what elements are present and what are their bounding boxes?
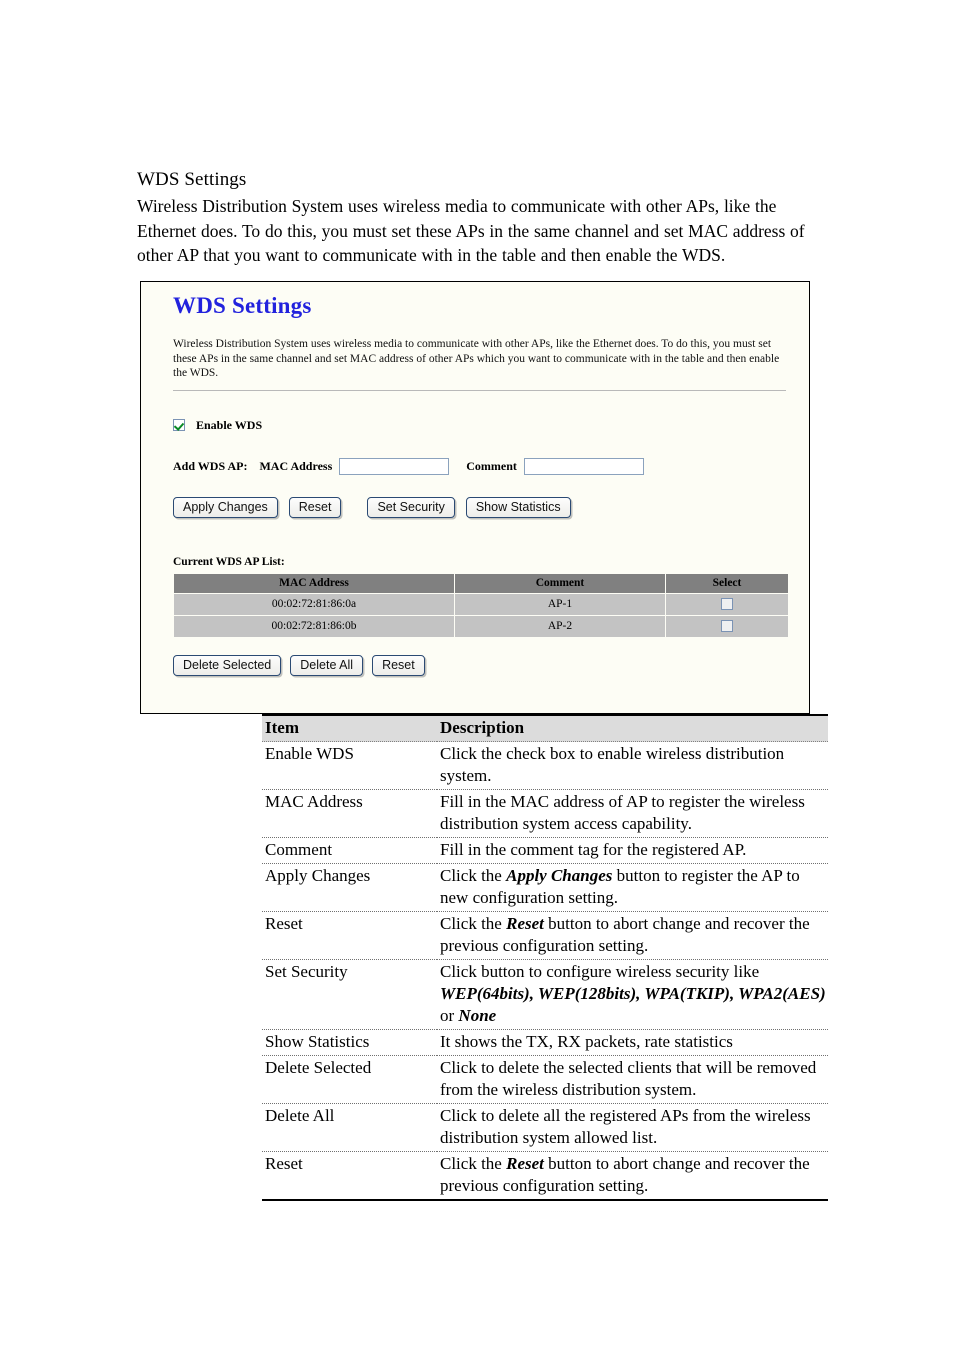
desc-table-row: Show Statistics It shows the TX, RX packe… [262, 1029, 828, 1056]
mac-address-label: MAC Address [259, 458, 333, 473]
table-row: 00:02:72:81:86:0b AP-2 [173, 614, 789, 638]
desc-table-row: Apply Changes Click the Apply Changes but… [262, 863, 828, 912]
desc-table-body: Enable WDS Click the check box to enable … [262, 741, 828, 1201]
document-intro-section: WDS Settings Wireless Distribution Syste… [137, 168, 819, 268]
desc-cell-item: Apply Changes [262, 863, 437, 912]
desc-cell-description: Click the Apply Changes button to regist… [437, 863, 828, 912]
set-security-button[interactable]: Set Security [367, 496, 455, 518]
desc-cell-item: Delete All [262, 1103, 437, 1152]
column-header-comment: Comment [454, 572, 666, 594]
desc-table-row: Delete Selected Click to delete the selec… [262, 1055, 828, 1104]
desc-cell-item: MAC Address [262, 789, 437, 838]
desc-table-row: Set Security Click button to configure wi… [262, 959, 828, 1030]
panel-divider [173, 389, 786, 391]
cell-select [665, 592, 789, 616]
desc-cell-description: Fill in the comment tag for the register… [437, 837, 828, 864]
enable-wds-checkbox[interactable] [173, 419, 185, 432]
desc-cell-item: Delete Selected [262, 1055, 437, 1104]
desc-cell-item: Set Security [262, 959, 437, 1030]
column-header-select: Select [665, 572, 789, 594]
desc-table-row: Enable WDS Click the check box to enable … [262, 741, 828, 790]
desc-cell-item: Comment [262, 837, 437, 864]
document-heading: WDS Settings [137, 169, 247, 190]
apply-changes-button[interactable]: Apply Changes [173, 496, 278, 518]
desc-table-row: Comment Fill in the comment tag for the r… [262, 837, 828, 864]
desc-cell-description: Click to delete the selected clients tha… [437, 1055, 828, 1104]
desc-cell-description: It shows the TX, RX packets, rate statis… [437, 1029, 828, 1056]
panel-content: WDS Settings Wireless Distribution Syste… [173, 292, 789, 676]
desc-cell-item: Reset [262, 1151, 437, 1201]
list-button-row: Delete Selected Delete All Reset [173, 654, 783, 676]
enable-wds-row: Enable WDS [173, 418, 783, 433]
delete-selected-button[interactable]: Delete Selected [173, 654, 282, 676]
reset-button[interactable]: Reset [288, 496, 342, 518]
delete-all-button[interactable]: Delete All [290, 654, 364, 676]
wds-ap-list-table: MAC Address Comment Select 00:02:72:81:8… [173, 572, 789, 638]
table-row: 00:02:72:81:86:0a AP-1 [173, 592, 789, 616]
desc-cell-description: Click button to configure wireless secur… [437, 959, 828, 1030]
reset-list-button[interactable]: Reset [372, 654, 425, 676]
desc-cell-item: Show Statistics [262, 1029, 437, 1056]
desc-cell-description: Click the check box to enable wireless d… [437, 741, 828, 790]
comment-label: Comment [466, 458, 517, 473]
desc-cell-item: Reset [262, 911, 437, 960]
mac-address-input[interactable] [339, 457, 450, 475]
wds-settings-panel: WDS Settings Wireless Distribution Syste… [140, 281, 810, 714]
desc-table-row: Reset Click the Reset button to abort cha… [262, 911, 828, 960]
desc-cell-item: Enable WDS [262, 741, 437, 790]
primary-button-row: Apply Changes Reset Set Security Show St… [173, 496, 783, 518]
desc-table-row: MAC Address Fill in the MAC address of AP… [262, 789, 828, 838]
show-statistics-button[interactable]: Show Statistics [465, 496, 571, 518]
cell-comment: AP-1 [454, 592, 666, 616]
panel-description: Wireless Distribution System uses wirele… [173, 338, 780, 380]
document-paragraph: Wireless Distribution System uses wirele… [137, 196, 805, 265]
desc-cell-description: Click the Reset button to abort change a… [437, 1151, 828, 1201]
cell-mac-address: 00:02:72:81:86:0b [173, 614, 455, 638]
item-description-table: Item Description Enable WDS Click the che… [262, 714, 828, 1201]
desc-header-row: Item Description [262, 714, 828, 742]
desc-cell-description: Fill in the MAC address of AP to registe… [437, 789, 828, 838]
table-header-row: MAC Address Comment Select [173, 572, 789, 594]
desc-cell-description: Click to delete all the registered APs f… [437, 1103, 828, 1152]
add-wds-ap-row: Add WDS AP: MAC Address Comment [173, 457, 783, 475]
desc-column-header-description: Description [437, 714, 828, 742]
current-wds-ap-list-label: Current WDS AP List: [173, 555, 285, 568]
panel-title: WDS Settings [173, 293, 312, 318]
desc-table-row: Delete All Click to delete all the regist… [262, 1103, 828, 1152]
comment-input[interactable] [523, 457, 644, 475]
column-header-mac-address: MAC Address [173, 572, 455, 594]
enable-wds-label: Enable WDS [196, 417, 263, 432]
desc-column-header-item: Item [262, 714, 437, 742]
cell-select [665, 614, 789, 638]
row-select-checkbox[interactable] [721, 598, 733, 611]
desc-table-row: Reset Click the Reset button to abort cha… [262, 1151, 828, 1201]
desc-cell-description: Click the Reset button to abort change a… [437, 911, 828, 960]
row-select-checkbox[interactable] [721, 620, 733, 633]
cell-comment: AP-2 [454, 614, 666, 638]
cell-mac-address: 00:02:72:81:86:0a [173, 592, 455, 616]
add-wds-ap-label: Add WDS AP: [173, 458, 248, 473]
